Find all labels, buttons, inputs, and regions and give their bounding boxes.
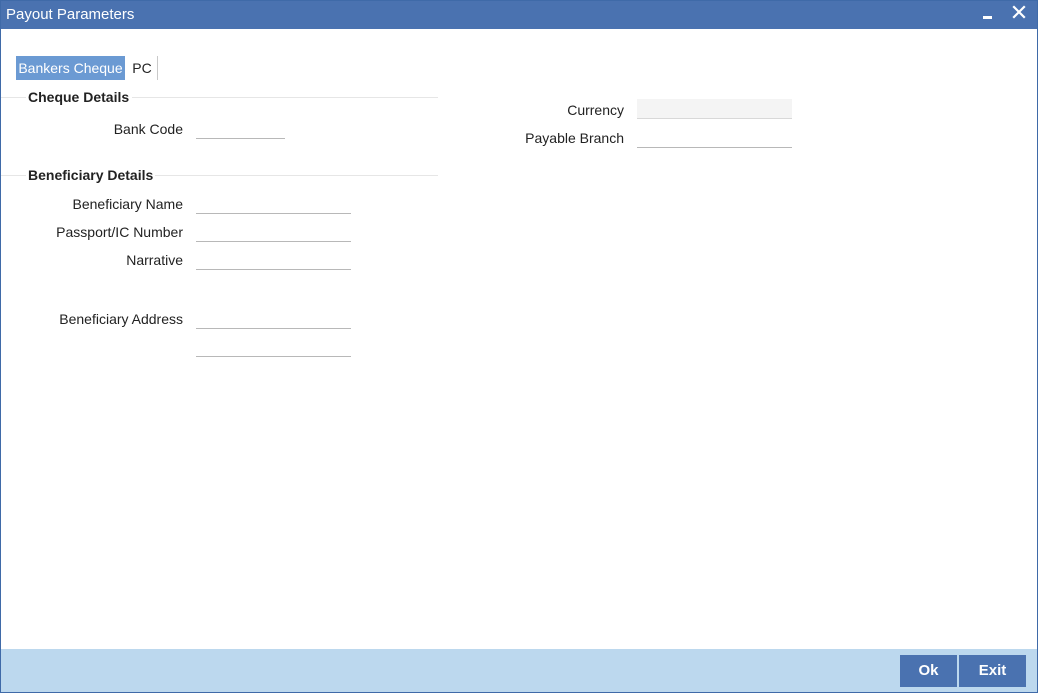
exit-button[interactable]: Exit	[959, 655, 1026, 687]
minimize-button[interactable]	[976, 1, 998, 27]
cheque-details-heading: Cheque Details	[28, 89, 130, 105]
tab-pc[interactable]: PC	[127, 56, 158, 80]
minimize-icon	[983, 16, 992, 19]
bank-code-label: Bank Code	[113, 121, 183, 137]
payable-branch-label: Payable Branch	[525, 130, 624, 146]
window-title: Payout Parameters	[6, 6, 135, 23]
title-bar: Payout Parameters	[1, 1, 1037, 29]
section-divider	[132, 97, 438, 98]
beneficiary-name-label: Beneficiary Name	[72, 196, 184, 212]
beneficiary-name-field[interactable]	[196, 194, 351, 214]
beneficiary-details-heading: Beneficiary Details	[28, 167, 154, 183]
narrative-field[interactable]	[196, 250, 351, 270]
narrative-label: Narrative	[126, 252, 183, 268]
currency-field[interactable]	[637, 99, 792, 119]
close-button[interactable]	[1007, 1, 1029, 27]
tab-bankers-cheque[interactable]: Bankers Cheque	[16, 56, 125, 80]
bank-code-field[interactable]	[196, 119, 285, 139]
payout-parameters-window: Payout Parameters Bankers Cheque PC Cheq…	[0, 0, 1038, 693]
section-divider	[1, 175, 26, 176]
payable-branch-field[interactable]	[637, 128, 792, 148]
passport-ic-number-field[interactable]	[196, 222, 351, 242]
section-divider	[1, 97, 26, 98]
beneficiary-address-label: Beneficiary Address	[59, 311, 183, 327]
ok-button[interactable]: Ok	[900, 655, 957, 687]
currency-label: Currency	[567, 102, 624, 118]
close-icon	[1012, 5, 1026, 19]
passport-ic-number-label: Passport/IC Number	[56, 224, 183, 240]
beneficiary-address-line1-field[interactable]	[196, 309, 351, 329]
footer-bar: Ok Exit	[1, 649, 1037, 692]
section-divider	[155, 175, 438, 176]
beneficiary-address-line2-field[interactable]	[196, 337, 351, 357]
